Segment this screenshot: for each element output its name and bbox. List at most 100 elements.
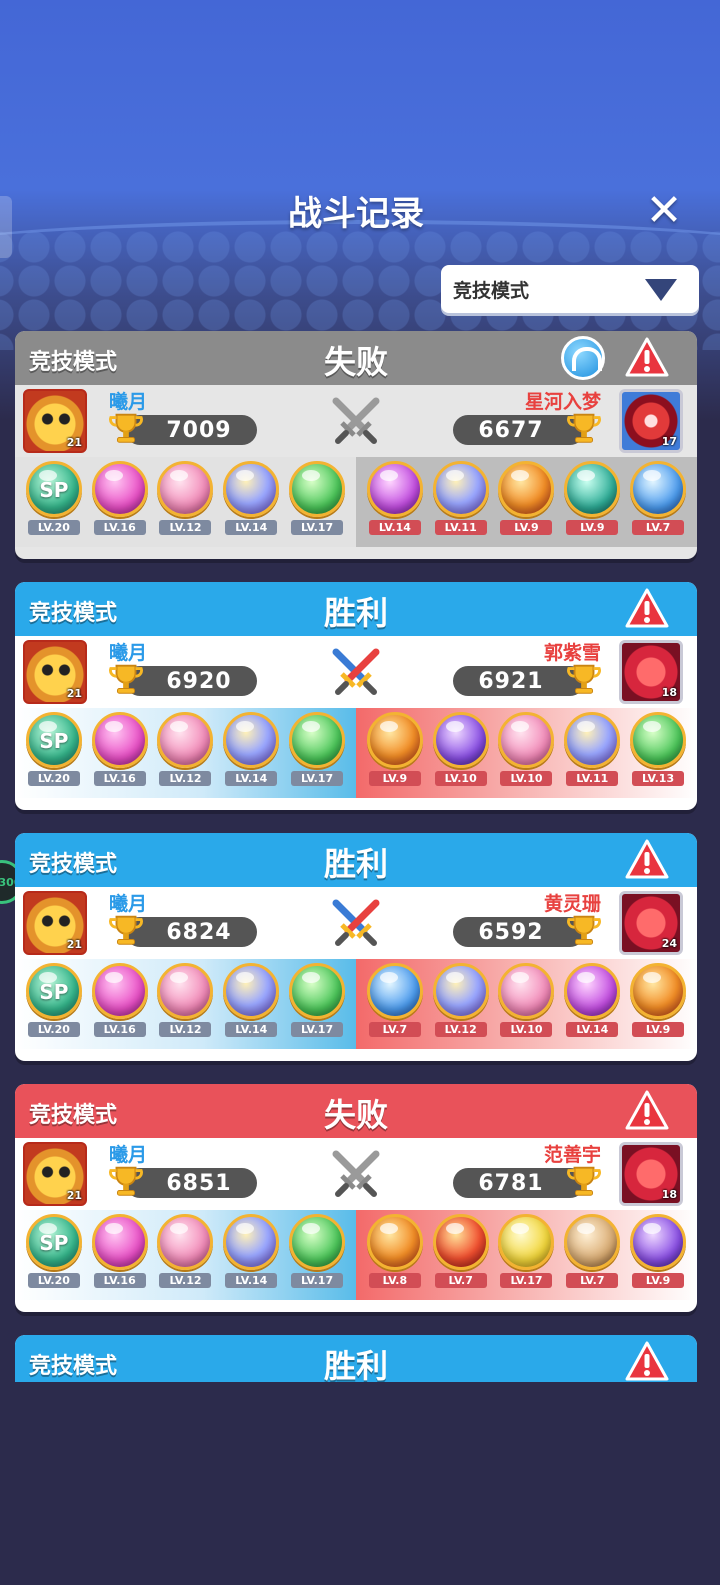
opponent-avatar[interactable]: 17 (619, 389, 683, 453)
opponent-avatar[interactable]: 24 (619, 891, 683, 955)
skill-level-tag: LV.7 (632, 520, 685, 535)
player-row: 21 曦月 7009 6677 星河入梦 17 (15, 385, 697, 457)
skill-slot[interactable]: LV.11 (430, 461, 492, 547)
page-title: 战斗记录 (288, 194, 424, 234)
skill-slot[interactable]: LV.9 (495, 461, 557, 547)
battle-record-list[interactable]: 竞技模式 失败 21 曦月 7009 6677 星河入梦 17 SP LV.20 LV.16 LV.1… (15, 331, 697, 1382)
skill-slot[interactable]: LV.10 (430, 712, 492, 798)
skill-slot[interactable]: LV.16 (89, 712, 151, 798)
skill-slot[interactable]: LV.7 (364, 963, 426, 1049)
warning-report-icon[interactable] (625, 1089, 669, 1133)
skill-slot[interactable]: LV.14 (561, 963, 623, 1049)
skill-slot[interactable]: LV.12 (154, 712, 216, 798)
skill-level-tag: LV.17 (500, 1273, 553, 1288)
match-card[interactable]: 竞技模式 胜利 21 曦月 6824 6592 黄灵珊 24 SP LV.20 LV.16 LV.12… (15, 833, 697, 1061)
skill-slot[interactable]: LV.14 (220, 461, 282, 547)
skill-slot[interactable]: LV.12 (154, 963, 216, 1049)
avatar-face (39, 409, 73, 429)
skill-slot[interactable]: SP LV.20 (23, 461, 85, 547)
skill-slot[interactable]: SP LV.20 (23, 712, 85, 798)
skill-slot[interactable]: LV.12 (430, 963, 492, 1049)
skill-slot[interactable]: LV.17 (286, 712, 348, 798)
player-avatar[interactable]: 21 (23, 1142, 87, 1206)
skill-slot[interactable]: LV.17 (495, 1214, 557, 1300)
skill-slot[interactable]: LV.9 (627, 1214, 689, 1300)
match-card[interactable]: 竞技模式 胜利 21 曦月 6920 6921 郭紫雪 18 SP LV.20 LV.16 LV.12… (15, 582, 697, 810)
fire-skill-orb-icon (498, 461, 555, 517)
skill-slot[interactable]: LV.7 (561, 1214, 623, 1300)
violet-skill-orb-icon (432, 712, 489, 768)
pink-skill-orb-icon (91, 963, 148, 1019)
skill-slot[interactable]: LV.7 (627, 461, 689, 547)
match-result-label: 胜利 (323, 1347, 388, 1382)
skill-level-tag: LV.12 (434, 1022, 487, 1037)
mode-filter-dropdown[interactable]: 竞技模式 (441, 265, 699, 313)
heart-skill-orb-icon (157, 963, 214, 1019)
headset-support-icon[interactable] (561, 336, 605, 380)
skill-level-tag: LV.7 (566, 1273, 619, 1288)
fire-skill-orb-icon (366, 1214, 423, 1270)
match-card[interactable]: 竞技模式 失败 21 曦月 6851 6781 范善宇 18 SP LV.20 LV.16 LV.12… (15, 1084, 697, 1312)
match-card[interactable]: 竞技模式 失败 21 曦月 7009 6677 星河入梦 17 SP LV.20 LV.16 LV.1… (15, 331, 697, 559)
opponent-avatar[interactable]: 18 (619, 640, 683, 704)
skill-slot[interactable]: LV.16 (89, 1214, 151, 1300)
warning-report-icon[interactable] (625, 1340, 669, 1382)
close-icon[interactable]: ✕ (640, 188, 688, 234)
skill-slot[interactable]: LV.17 (286, 461, 348, 547)
match-card-header: 竞技模式 胜利 (15, 1335, 697, 1382)
player-avatar[interactable]: 21 (23, 640, 87, 704)
player-avatar[interactable]: 21 (23, 389, 87, 453)
match-result-label: 胜利 (323, 594, 388, 632)
skill-level-tag: LV.9 (566, 520, 619, 535)
warning-report-icon[interactable] (625, 587, 669, 631)
warning-report-icon[interactable] (625, 336, 669, 380)
match-card[interactable]: 竞技模式 胜利 (15, 1335, 697, 1382)
warning-report-icon[interactable] (625, 838, 669, 882)
skill-slot[interactable]: LV.17 (286, 1214, 348, 1300)
skill-level-tag: LV.20 (27, 1273, 80, 1288)
skill-slot[interactable]: LV.16 (89, 963, 151, 1049)
skill-slot[interactable]: LV.14 (364, 461, 426, 547)
match-card-header: 竞技模式 胜利 (15, 833, 697, 887)
skill-level-tag: LV.14 (566, 1022, 619, 1037)
skill-level-tag: LV.17 (291, 771, 344, 786)
ice-skill-orb-icon (630, 461, 687, 517)
mode-filter-value: 竞技模式 (453, 279, 530, 302)
skill-slot[interactable]: LV.12 (154, 461, 216, 547)
skill-slot[interactable]: LV.11 (561, 712, 623, 798)
ice-skill-orb-icon (366, 963, 423, 1019)
skill-level-tag: LV.13 (632, 771, 685, 786)
green-skill-orb-icon (289, 963, 346, 1019)
skill-level-tag: LV.12 (159, 1022, 212, 1037)
trophy-icon (565, 409, 603, 447)
skill-slot[interactable]: SP LV.20 (23, 1214, 85, 1300)
skill-slot[interactable]: LV.10 (495, 712, 557, 798)
skill-slot[interactable]: LV.7 (430, 1214, 492, 1300)
player-avatar[interactable]: 21 (23, 891, 87, 955)
skill-level-tag: LV.16 (93, 1273, 146, 1288)
skill-level-tag: LV.14 (225, 1022, 278, 1037)
skill-slot[interactable]: LV.14 (220, 963, 282, 1049)
player-row: 21 曦月 6920 6921 郭紫雪 18 (15, 636, 697, 708)
skill-slot[interactable]: LV.12 (154, 1214, 216, 1300)
skill-slot[interactable]: LV.9 (627, 963, 689, 1049)
heart-skill-orb-icon (498, 963, 555, 1019)
opponent-level: 18 (661, 1188, 677, 1201)
skill-slot[interactable]: LV.17 (286, 963, 348, 1049)
skills-row: SP LV.20 LV.16 LV.12 LV.14 LV.17 LV.14 LV.11 LV.… (15, 457, 697, 553)
opponent-avatar[interactable]: 18 (619, 1142, 683, 1206)
skill-slot[interactable]: LV.14 (220, 712, 282, 798)
skill-slot[interactable]: LV.16 (89, 461, 151, 547)
skill-slot[interactable]: LV.13 (627, 712, 689, 798)
redstar-skill-orb-icon (432, 1214, 489, 1270)
skill-slot[interactable]: LV.14 (220, 1214, 282, 1300)
green-skill-orb-icon (289, 712, 346, 768)
sp-skill-orb-icon: SP (25, 712, 82, 768)
opponent-level: 24 (661, 937, 677, 950)
skill-slot[interactable]: LV.10 (495, 963, 557, 1049)
rainbow-skill-orb-icon (223, 712, 280, 768)
skill-slot[interactable]: LV.8 (364, 1214, 426, 1300)
skill-slot[interactable]: LV.9 (364, 712, 426, 798)
skill-slot[interactable]: SP LV.20 (23, 963, 85, 1049)
skill-slot[interactable]: LV.9 (561, 461, 623, 547)
